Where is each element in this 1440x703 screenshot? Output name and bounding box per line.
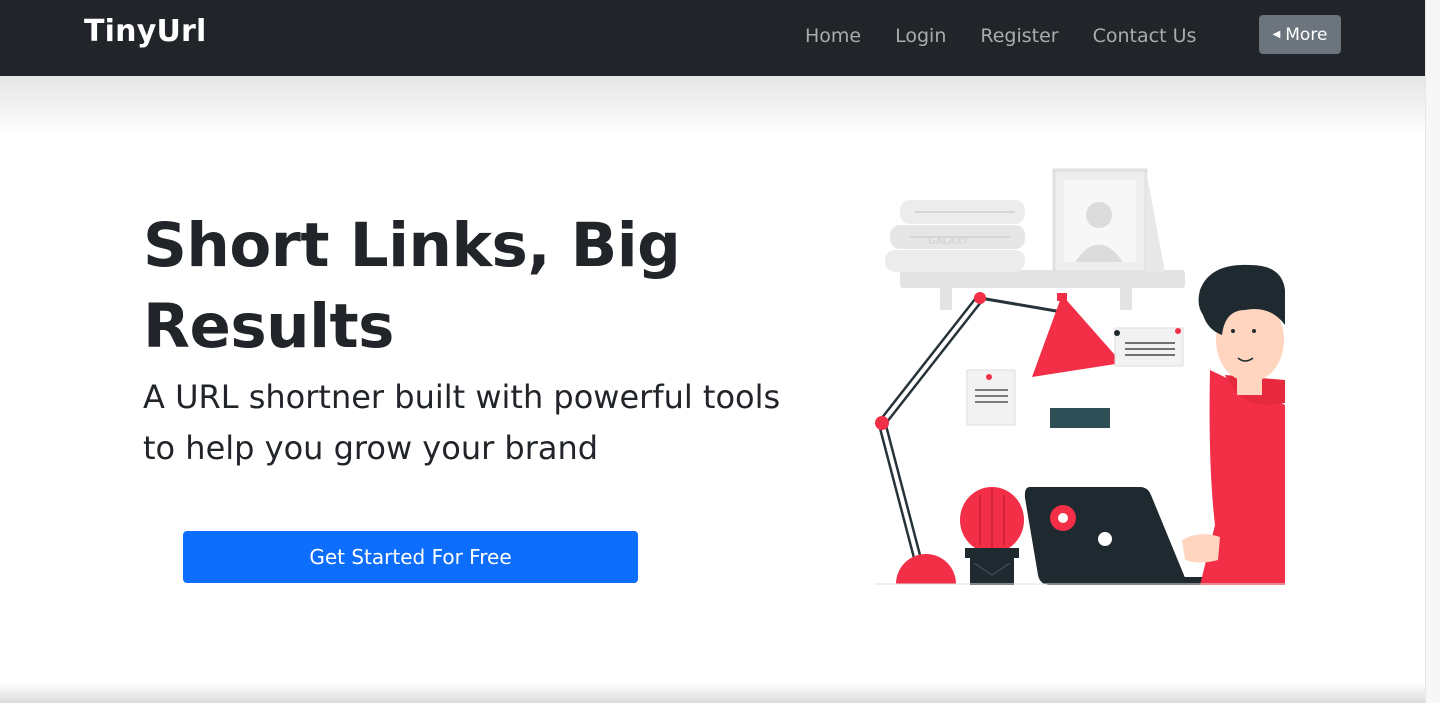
vertical-scrollbar[interactable]: [1425, 0, 1440, 703]
more-button-label: More: [1285, 24, 1328, 45]
top-navbar: TinyUrl Home Login Register Contact Us ◀…: [0, 0, 1425, 76]
hero-title: Short Links, Big Results: [143, 210, 681, 362]
book-spine-label: GALAXY: [928, 236, 969, 247]
pinned-note-icon: [1114, 327, 1184, 367]
nav-links: Home Login Register Contact Us: [805, 25, 1196, 47]
sticky-note-icon: [966, 369, 1016, 426]
caret-left-icon: ◀: [1272, 29, 1281, 40]
hero-subtitle: A URL shortner built with powerful tools…: [143, 378, 781, 467]
cactus-plant-icon: [960, 487, 1024, 585]
hero-illustration: GALAXY: [875, 168, 1285, 585]
person-illustration: [1182, 264, 1285, 585]
brand-logo[interactable]: TinyUrl: [84, 14, 207, 49]
nav-link-home[interactable]: Home: [805, 25, 861, 47]
card-icon: [1050, 408, 1110, 428]
section-shadow: [0, 683, 1425, 703]
nav-link-login[interactable]: Login: [895, 25, 946, 47]
page: TinyUrl Home Login Register Contact Us ◀…: [0, 0, 1440, 703]
book-stack-icon: GALAXY: [885, 200, 1025, 272]
nav-link-contact-us[interactable]: Contact Us: [1093, 25, 1197, 47]
picture-frame-icon: [1052, 168, 1165, 274]
navbar-shadow: [0, 76, 1425, 136]
nav-link-register[interactable]: Register: [980, 25, 1058, 47]
get-started-button[interactable]: Get Started For Free: [183, 531, 638, 583]
more-dropdown-button[interactable]: ◀ More: [1259, 15, 1341, 54]
